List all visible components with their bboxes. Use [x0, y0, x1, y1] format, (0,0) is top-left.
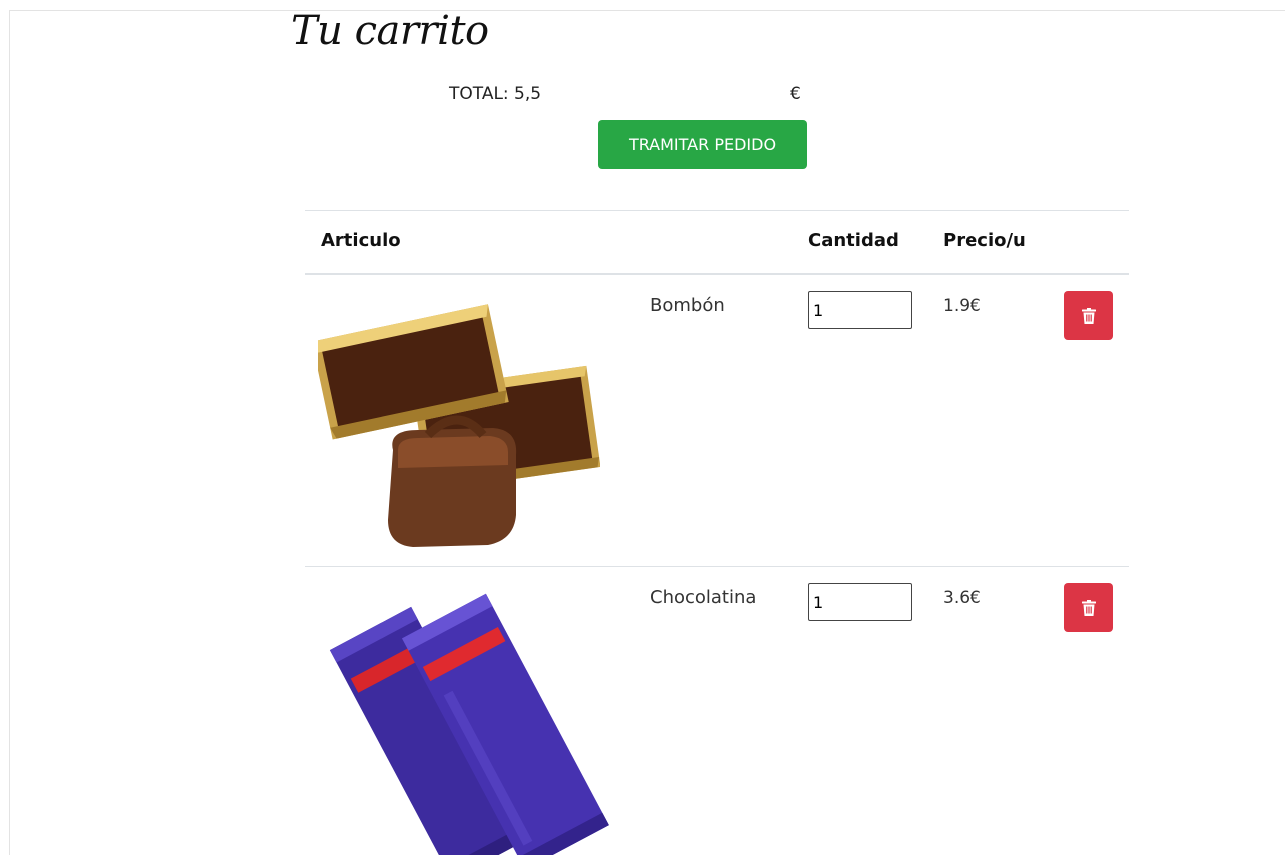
product-name: Bombón	[650, 295, 725, 316]
page-title: Tu carrito	[291, 8, 489, 54]
trash-icon	[1081, 307, 1096, 324]
quantity-input[interactable]	[808, 291, 912, 329]
column-header-article: Articulo	[321, 230, 401, 251]
chocolate-bonbon-image	[318, 304, 600, 547]
column-header-unit-price: Precio/u	[943, 230, 1026, 251]
table-header-border	[305, 273, 1129, 275]
cart-total-currency: €	[790, 84, 801, 104]
unit-price: 3.6€	[943, 588, 981, 608]
delete-item-button[interactable]	[1064, 583, 1113, 632]
unit-price: 1.9€	[943, 296, 981, 316]
trash-icon	[1081, 599, 1096, 616]
row-divider	[305, 566, 1129, 567]
checkout-button[interactable]: TRAMITAR PEDIDO	[598, 120, 807, 169]
delete-item-button[interactable]	[1064, 291, 1113, 340]
column-header-quantity: Cantidad	[808, 230, 899, 251]
quantity-input[interactable]	[808, 583, 912, 621]
cart-total: TOTAL: 5,5	[449, 84, 542, 104]
chocolate-bar-image	[329, 593, 609, 855]
product-name: Chocolatina	[650, 587, 757, 608]
table-top-border	[305, 210, 1129, 211]
